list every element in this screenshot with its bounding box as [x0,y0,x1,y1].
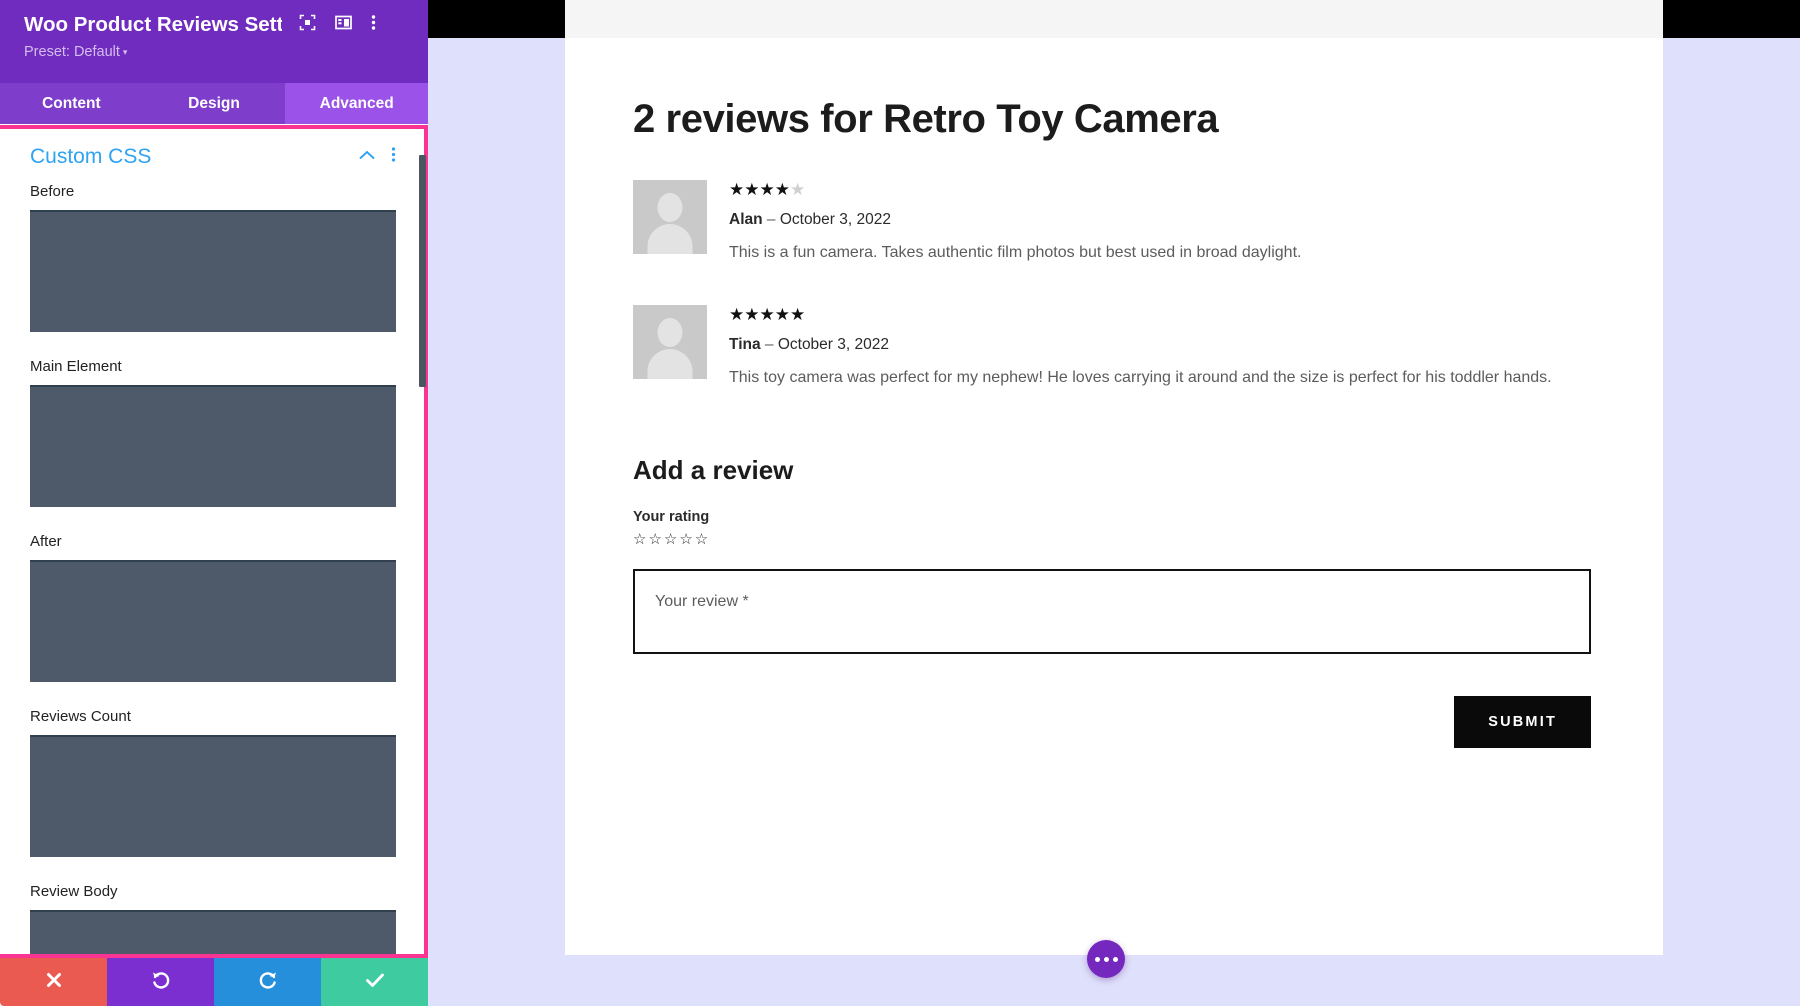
css-field-label: After [30,533,62,550]
star-icon: ★ [759,180,775,199]
panel-body: Custom CSS Before Main Element After Rev… [0,129,424,954]
star-icon: ★ [774,180,790,199]
review-rating-stars: ★★★★★ [729,181,1591,198]
chevron-down-icon: ▾ [122,47,128,57]
star-icon: ★ [790,180,806,199]
kebab-menu-icon[interactable] [391,146,396,168]
css-field-label: Reviews Count [30,708,131,725]
module-settings-panel: Woo Product Reviews Setti... Preset: Def… [0,0,429,1006]
tab-design[interactable]: Design [142,83,286,124]
review-content: ★★★★★ Alan – October 3, 2022 This is a fun… [729,180,1591,265]
review-text: This is a fun camera. Takes authentic fi… [729,244,1302,261]
undo-button[interactable] [107,958,214,1006]
preset-selector[interactable]: Preset: Default ▾ [24,44,410,60]
save-icon [364,970,386,995]
review-date: October 3, 2022 [777,336,889,354]
section-title[interactable]: Custom CSS [30,145,359,169]
review-dash: – [760,336,778,354]
panel-header-icons [299,14,376,36]
tab-advanced[interactable]: Advanced [285,83,429,124]
panel-title: Woo Product Reviews Setti... [24,13,282,36]
tab-content[interactable]: Content [0,83,143,124]
chevron-up-icon[interactable] [359,148,375,166]
review-list: ★★★★★ Alan – October 3, 2022 This is a fun… [633,180,1591,391]
review-date: October 3, 2022 [779,211,891,228]
add-review-heading: Add a review [633,454,794,485]
product-review-page: 2 reviews for Retro Toy Camera ★★★★★ Alan… [565,38,1663,955]
css-field-label: Main Element [30,358,122,375]
review-meta: Tina – October 3, 2022 [729,336,1591,354]
css-code-input[interactable] [30,210,396,332]
tab-label: Content [42,94,101,112]
css-code-input[interactable] [30,560,396,682]
star-icon: ★ [744,180,760,199]
fab-dot [1112,956,1118,962]
cancel-button[interactable] [0,958,107,1006]
page-title: 2 reviews for Retro Toy Camera [633,97,1219,141]
app-root: 2 reviews for Retro Toy Camera ★★★★★ Alan… [0,0,1800,1006]
star-icon: ★ [744,305,760,325]
avatar-body [647,349,693,380]
review-author: Alan [729,211,763,228]
panel-scrollbar-thumb[interactable] [419,155,426,387]
css-code-input[interactable] [30,735,396,857]
redo-icon [257,969,279,996]
css-field-group: Review Body [30,883,396,954]
avatar [633,305,707,380]
fab-dot [1103,956,1109,962]
avatar-head [657,318,683,348]
more-options-icon[interactable] [371,14,376,36]
preset-label: Preset: Default [24,44,120,60]
panel-layout-icon[interactable] [335,14,352,36]
browser-topbar-right [1663,0,1800,38]
review-textarea[interactable] [633,568,1591,654]
css-field-group: Before [30,183,396,332]
tab-label: Design [188,94,240,112]
panel-header: Woo Product Reviews Setti... Preset: Def… [0,0,428,83]
star-icon: ★ [729,305,745,325]
review-item: ★★★★★ Tina – October 3, 2022 This toy came… [633,305,1591,390]
review-meta: Alan – October 3, 2022 [729,211,1591,229]
browser-topbar-left [420,0,565,38]
cancel-icon [44,970,64,995]
undo-icon [150,969,172,996]
avatar-head [657,193,683,222]
more-actions-fab[interactable] [1087,940,1125,978]
css-field-group: Main Element [30,358,396,507]
avatar [633,180,707,254]
avatar-body [647,224,693,254]
browser-topbar [565,0,1663,38]
review-content: ★★★★★ Tina – October 3, 2022 This toy came… [729,305,1591,390]
star-icon: ★ [790,305,806,325]
css-field-label: Before [30,183,75,200]
tab-label: Advanced [319,94,394,112]
css-field-group: Reviews Count [30,708,396,857]
panel-action-bar [0,958,428,1006]
submit-row: SUBMIT [633,695,1591,748]
review-dash: – [762,211,780,228]
css-field-group: After [30,533,396,682]
rating-star-input[interactable]: ☆☆☆☆☆ [633,532,1591,547]
star-icon: ★ [774,305,790,325]
save-button[interactable] [321,958,428,1006]
review-item: ★★★★★ Alan – October 3, 2022 This is a fun… [633,180,1591,265]
submit-button[interactable]: SUBMIT [1454,695,1591,748]
review-text: This toy camera was perfect for my nephe… [729,369,1552,387]
add-review-form: Add a review Your rating ☆☆☆☆☆ SUBMIT [633,455,1591,748]
css-code-input[interactable] [30,385,396,507]
star-icon: ★ [759,305,775,325]
review-rating-stars: ★★★★★ [729,306,1591,323]
custom-css-fields: Before Main Element After Reviews Count Revi… [30,183,396,954]
review-author: Tina [729,336,761,354]
css-field-label: Review Body [30,883,118,900]
redo-button[interactable] [214,958,321,1006]
custom-css-section-header: Custom CSS [30,129,396,183]
star-icon: ★ [729,180,745,199]
fab-dot [1094,956,1100,962]
panel-body-highlight: Custom CSS Before Main Element After Rev… [0,125,428,958]
panel-tabs: Content Design Advanced [0,83,429,124]
your-rating-label: Your rating [633,508,710,525]
css-code-input[interactable] [30,910,396,954]
focus-target-icon[interactable] [299,14,316,36]
